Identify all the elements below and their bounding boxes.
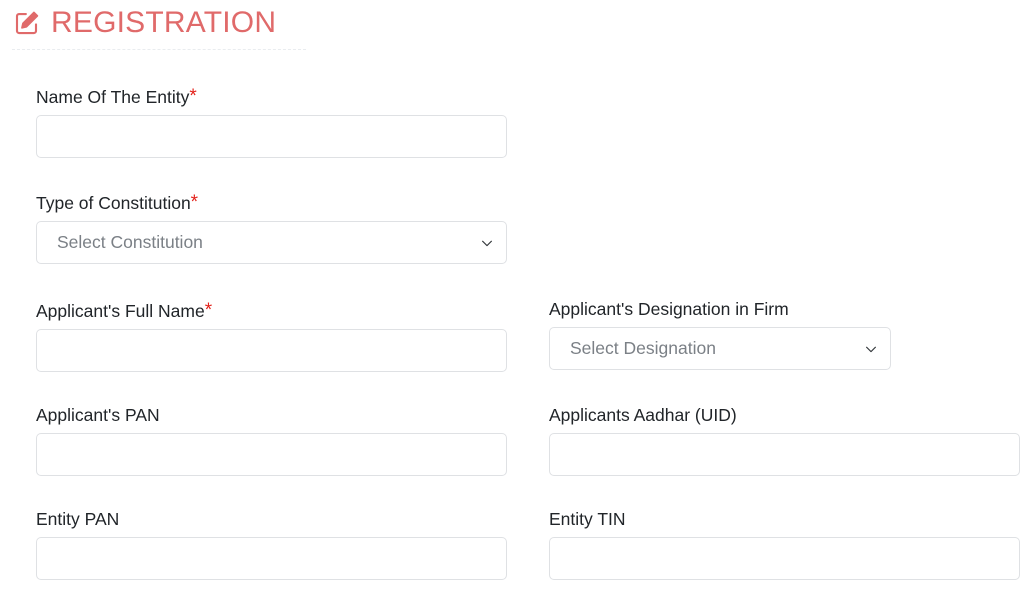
type-of-constitution-select[interactable]: Select Constitution xyxy=(36,221,507,264)
applicant-designation-select[interactable]: Select Designation xyxy=(549,327,891,370)
registration-form-page: REGISTRATION Name Of The Entity* Type of… xyxy=(0,0,1024,597)
field-applicant-pan: Applicant's PAN xyxy=(36,404,507,476)
label-entity-pan: Entity PAN xyxy=(36,509,120,529)
label-applicant-designation: Applicant's Designation in Firm xyxy=(549,299,789,319)
field-entity-tin: Entity TIN xyxy=(549,508,1020,580)
label-text: Name Of The Entity xyxy=(36,87,190,107)
applicant-designation-selected-value[interactable]: Select Designation xyxy=(549,327,891,370)
label-entity-tin: Entity TIN xyxy=(549,509,626,529)
label-applicant-full-name: Applicant's Full Name* xyxy=(36,300,507,322)
type-of-constitution-selected-value[interactable]: Select Constitution xyxy=(36,221,507,264)
page-title: REGISTRATION xyxy=(51,6,277,39)
label-applicant-aadhar: Applicants Aadhar (UID) xyxy=(549,405,737,425)
entity-tin-input[interactable] xyxy=(549,537,1020,580)
field-applicant-full-name: Applicant's Full Name* xyxy=(36,300,507,372)
form-header: REGISTRATION xyxy=(12,6,306,50)
label-entity-name: Name Of The Entity* xyxy=(36,86,507,108)
applicant-full-name-input[interactable] xyxy=(36,329,507,372)
label-type-of-constitution: Type of Constitution* xyxy=(36,192,507,214)
field-entity-name: Name Of The Entity* xyxy=(36,86,507,158)
required-asterisk: * xyxy=(190,192,199,213)
edit-pen-square-icon xyxy=(12,8,42,38)
field-entity-pan: Entity PAN xyxy=(36,508,507,580)
label-text: Applicant's Full Name xyxy=(36,301,205,321)
applicant-pan-input[interactable] xyxy=(36,433,507,476)
required-asterisk: * xyxy=(204,300,213,321)
field-applicant-designation: Applicant's Designation in Firm Select D… xyxy=(549,298,891,370)
field-type-of-constitution: Type of Constitution* Select Constitutio… xyxy=(36,192,507,264)
label-text: Type of Constitution xyxy=(36,193,191,213)
applicant-aadhar-input[interactable] xyxy=(549,433,1020,476)
label-applicant-pan: Applicant's PAN xyxy=(36,405,160,425)
entity-pan-input[interactable] xyxy=(36,537,507,580)
required-asterisk: * xyxy=(189,86,197,107)
field-applicant-aadhar: Applicants Aadhar (UID) xyxy=(549,404,1020,476)
entity-name-input[interactable] xyxy=(36,115,507,158)
